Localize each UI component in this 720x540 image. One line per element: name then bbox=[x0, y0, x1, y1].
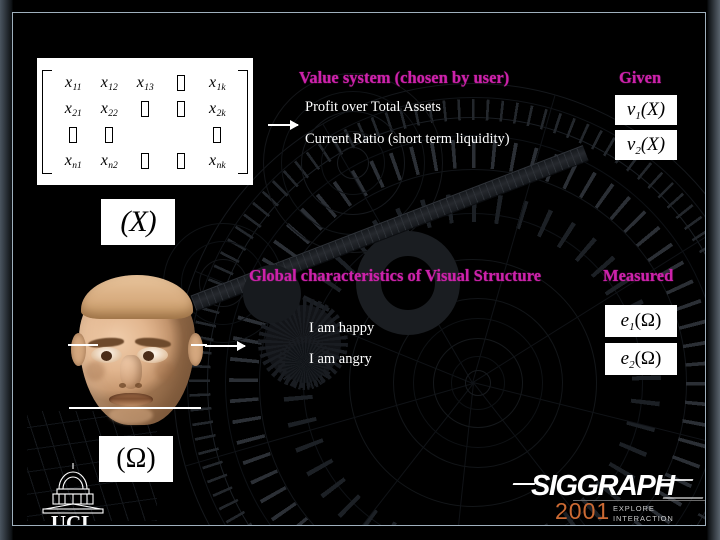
siggraph-logo: SIGGRAPH 2001 EXPLORE INTERACTION AND DI… bbox=[512, 470, 705, 525]
matrix-grid: x11 x12 x13 x1k x21 x22 x2k xn1 xn2 xnk bbox=[55, 70, 235, 174]
matrix-bracket-left bbox=[42, 69, 52, 174]
matrix-cell bbox=[177, 74, 185, 91]
arrow-right-icon-top bbox=[268, 120, 299, 130]
siggraph-tagline-line2: AND DIGITAL IMAGES bbox=[613, 524, 705, 525]
arrow-right-icon-face bbox=[205, 341, 246, 351]
equation-e1-of-omega: e1(Ω) bbox=[605, 305, 677, 337]
matrix-bracket-right bbox=[238, 69, 248, 174]
face-mouth bbox=[109, 393, 153, 406]
ucl-logo-text: UCL bbox=[51, 511, 95, 525]
presentation-slide: x11 x12 x13 x1k x21 x22 x2k xn1 xn2 xnk … bbox=[0, 0, 720, 540]
face-nostril-right bbox=[135, 383, 142, 388]
matrix-cell: xn2 bbox=[100, 151, 118, 171]
matrix-cell bbox=[141, 100, 149, 117]
given-column-heading: Given bbox=[619, 68, 662, 87]
measured-column-heading: Measured bbox=[603, 266, 674, 285]
value-system-heading: Value system (chosen by user) bbox=[299, 68, 510, 87]
face-pupil-left bbox=[101, 351, 112, 361]
face-cheek-left bbox=[85, 361, 105, 381]
siggraph-year: 2001 bbox=[555, 498, 611, 524]
equation-v2-of-x: v2(X) bbox=[615, 130, 677, 160]
matrix-notation: x11 x12 x13 x1k x21 x22 x2k xn1 xn2 xnk bbox=[42, 69, 248, 174]
face-measure-line-eyes-left bbox=[68, 344, 98, 346]
matrix-symbol-x-box: (X) bbox=[101, 199, 175, 245]
equation-v2-text: v2(X) bbox=[626, 134, 666, 157]
value-item-profit-over-total-assets: Profit over Total Assets bbox=[305, 99, 442, 115]
matrix-cell bbox=[177, 100, 185, 117]
equation-v1-of-x: v1(X) bbox=[615, 95, 677, 125]
expression-item-angry: I am angry bbox=[309, 351, 372, 367]
value-item-current-ratio: Current Ratio (short term liquidity) bbox=[305, 131, 510, 147]
matrix-cell: xnk bbox=[208, 151, 226, 171]
siggraph-tagline-line1: EXPLORE INTERACTION bbox=[613, 504, 674, 523]
matrix-cell: x13 bbox=[136, 73, 154, 93]
matrix-cell bbox=[141, 152, 149, 169]
matrix-cell bbox=[105, 126, 113, 143]
matrix-cell: x22 bbox=[100, 99, 118, 119]
face-pupil-right bbox=[143, 351, 154, 361]
data-matrix-box: x11 x12 x13 x1k x21 x22 x2k xn1 xn2 xnk bbox=[37, 58, 253, 185]
siggraph-tagline: EXPLORE INTERACTION AND DIGITAL IMAGES bbox=[613, 504, 705, 525]
face-hair bbox=[81, 275, 193, 319]
matrix-cell: x12 bbox=[100, 73, 118, 93]
matrix-cell: x11 bbox=[65, 73, 82, 93]
3d-face-model bbox=[71, 275, 203, 427]
equation-e1-text: e1(Ω) bbox=[620, 310, 662, 333]
face-ear-right bbox=[188, 333, 203, 366]
matrix-cell bbox=[213, 126, 221, 143]
ucl-logo-svg: UCL bbox=[42, 463, 104, 525]
matrix-cell: x21 bbox=[64, 99, 82, 119]
face-ear-left bbox=[71, 333, 86, 366]
ucl-logo: UCL bbox=[31, 461, 115, 525]
expression-item-happy: I am happy bbox=[309, 320, 375, 336]
face-nostril-left bbox=[119, 383, 126, 388]
matrix-cell: x1k bbox=[208, 73, 226, 93]
matrix-symbol-x: (X) bbox=[120, 205, 156, 238]
equation-e2-of-omega: e2(Ω) bbox=[605, 343, 677, 375]
slide-canvas: x11 x12 x13 x1k x21 x22 x2k xn1 xn2 xnk … bbox=[13, 13, 705, 525]
face-measure-line-mouth bbox=[69, 407, 201, 409]
global-characteristics-heading: Global characteristics of Visual Structu… bbox=[249, 266, 542, 285]
face-cheek-right bbox=[155, 361, 175, 381]
matrix-cell bbox=[69, 126, 77, 143]
equation-v1-text: v1(X) bbox=[626, 99, 666, 122]
matrix-cell bbox=[177, 152, 185, 169]
equation-e2-text: e2(Ω) bbox=[620, 348, 662, 371]
matrix-cell: x2k bbox=[208, 99, 226, 119]
face-symbol-omega: (Ω) bbox=[116, 443, 156, 474]
matrix-cell: xn1 bbox=[64, 151, 82, 171]
